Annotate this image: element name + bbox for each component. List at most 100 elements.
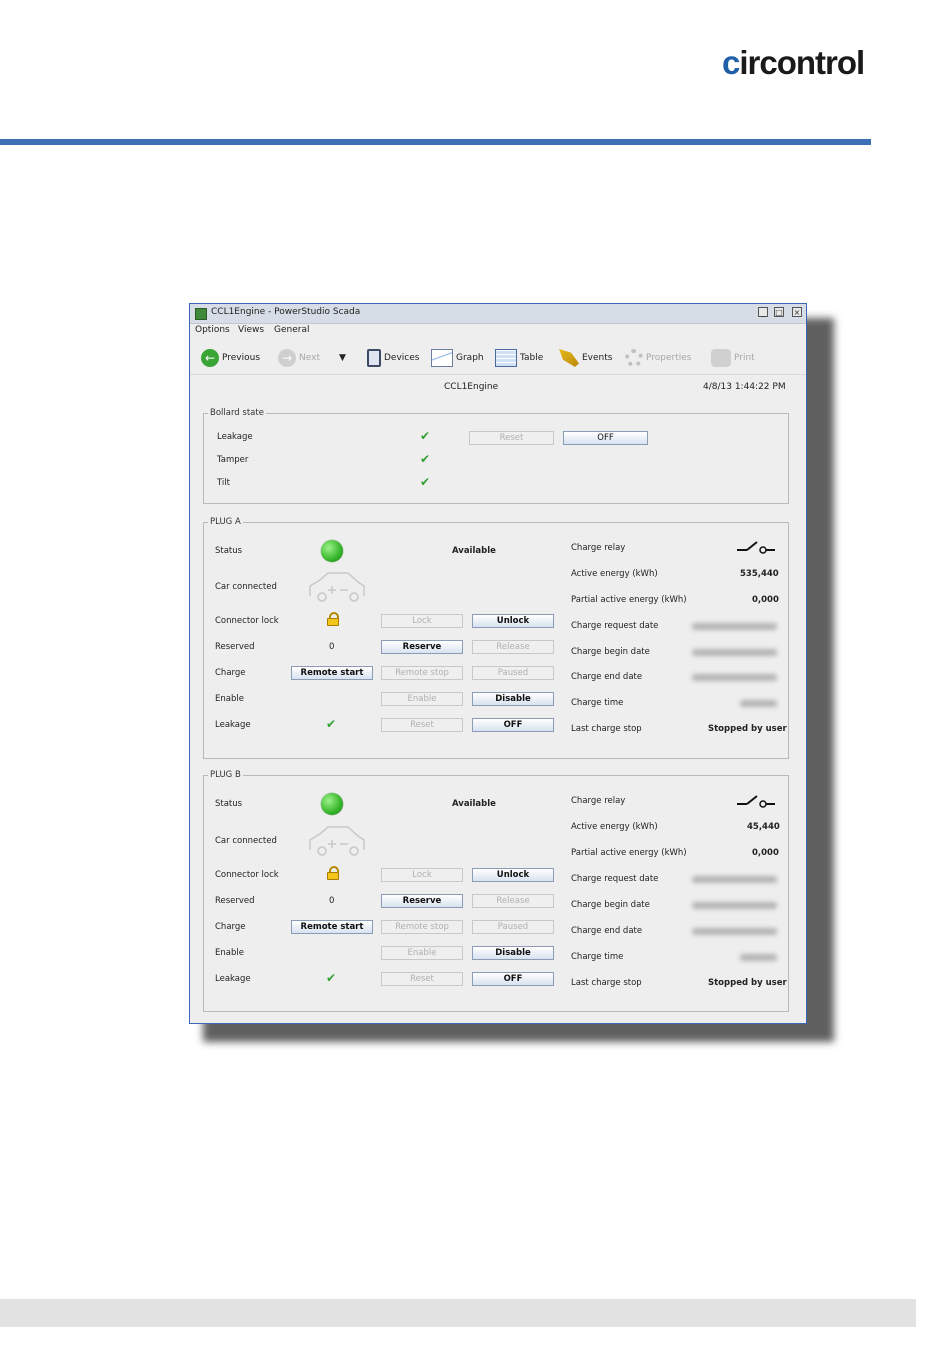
properties-button[interactable]: Properties [625,348,691,368]
plug-b-status-value: Available [452,799,496,809]
car-plug-icon [309,572,365,602]
menu-options[interactable]: Options [195,325,230,335]
plug-b-paused-button[interactable]: Paused [472,920,554,934]
plug-a-enable-button[interactable]: Enable [381,692,463,706]
toolbar: ← Previous → Next ▼ Devices Graph Table … [190,340,806,375]
plug-a-charge-time-label: Charge time [571,698,624,708]
plug-b-partial-energy-value: 0,000 [752,848,779,858]
plug-a-legend: PLUG A [210,517,241,527]
plug-a-car-connected-label: Car connected [215,582,277,592]
plug-b-begin-date-label: Charge begin date [571,900,650,910]
redacted-value [692,902,777,909]
plug-a-reserve-button[interactable]: Reserve [381,640,463,654]
plug-b-enable-label: Enable [215,948,244,958]
plug-b-release-button[interactable]: Release [472,894,554,908]
page-footer-band [0,1299,916,1327]
menu-general[interactable]: General [274,325,309,335]
check-icon: ✔ [326,717,337,731]
plug-b-car-connected-label: Car connected [215,836,277,846]
table-button[interactable]: Table [495,348,543,368]
forward-arrow-icon: → [278,349,296,367]
plug-a-off-button[interactable]: OFF [472,718,554,732]
redacted-value [692,623,777,630]
menu-views[interactable]: Views [238,325,264,335]
next-button[interactable]: → Next [278,348,320,368]
previous-button[interactable]: ← Previous [201,348,260,368]
print-button[interactable]: Print [711,348,755,368]
plug-a-connector-lock-label: Connector lock [215,616,279,626]
padlock-icon [327,612,339,626]
gear-icon [625,349,643,367]
title-bar: CCL1Engine - PowerStudio Scada _ □ × [190,304,806,324]
print-label: Print [734,353,755,363]
devices-label: Devices [384,353,420,363]
table-label: Table [520,353,544,363]
plug-a-lock-button[interactable]: Lock [381,614,463,628]
properties-label: Properties [646,353,692,363]
graph-label: Graph [456,353,484,363]
plug-b-charge-relay-label: Charge relay [571,796,626,806]
app-icon [195,308,207,320]
plug-b-remote-start-button[interactable]: Remote start [291,920,373,934]
plug-b-off-button[interactable]: OFF [472,972,554,986]
bollard-off-button[interactable]: OFF [563,431,648,445]
plug-b-remote-stop-button[interactable]: Remote stop [381,920,463,934]
redacted-value [740,954,777,961]
window-title: CCL1Engine - PowerStudio Scada [211,307,361,317]
header-rule [0,139,871,145]
plug-a-partial-energy-value: 0,000 [752,595,779,605]
plug-a-charge-relay-label: Charge relay [571,543,626,553]
plug-b-unlock-button[interactable]: Unlock [472,868,554,882]
plug-a-request-date-label: Charge request date [571,621,659,631]
plug-a-partial-energy-label: Partial active energy (kWh) [571,595,687,605]
bollard-leakage-label: Leakage [217,432,253,442]
plug-b-reset-button[interactable]: Reset [381,972,463,986]
redacted-value [692,928,777,935]
plug-a-release-button[interactable]: Release [472,640,554,654]
circontrol-logo: circontrol [722,44,865,81]
redacted-value [692,876,777,883]
plug-a-disable-button[interactable]: Disable [472,692,554,706]
maximize-icon[interactable]: □ [774,307,784,317]
plug-a-enable-label: Enable [215,694,244,704]
plug-a-unlock-button[interactable]: Unlock [472,614,554,628]
check-icon: ✔ [420,429,431,443]
next-label: Next [299,353,320,363]
plug-b-reserve-button[interactable]: Reserve [381,894,463,908]
back-arrow-icon: ← [201,349,219,367]
plug-b-enable-button[interactable]: Enable [381,946,463,960]
plug-b-leakage-label: Leakage [215,974,251,984]
device-name: CCL1Engine [444,382,499,392]
plug-a-paused-button[interactable]: Paused [472,666,554,680]
plug-a-reserved-value: 0 [329,642,335,652]
plug-a-last-stop-value: Stopped by user [708,724,787,734]
table-icon [495,349,517,367]
redacted-value [740,700,777,707]
plug-b-active-energy-label: Active energy (kWh) [571,822,658,832]
graph-button[interactable]: Graph [431,348,484,368]
plug-a-status-label: Status [215,546,243,556]
plug-a-reset-button[interactable]: Reset [381,718,463,732]
app-window: CCL1Engine - PowerStudio Scada _ □ × Opt… [189,303,807,1024]
graph-icon [431,349,453,367]
plug-a-charge-label: Charge [215,668,246,678]
events-button[interactable]: Events [559,348,612,368]
plug-b-charge-label: Charge [215,922,246,932]
previous-label: Previous [222,353,261,363]
plug-a-remote-stop-button[interactable]: Remote stop [381,666,463,680]
events-label: Events [582,353,613,363]
bollard-reset-button[interactable]: Reset [469,431,554,445]
plug-b-disable-button[interactable]: Disable [472,946,554,960]
redacted-value [692,649,777,656]
dropdown-arrow-icon[interactable]: ▼ [339,348,346,368]
plug-a-active-energy-value: 535,440 [740,569,779,579]
plug-a-remote-start-button[interactable]: Remote start [291,666,373,680]
minimize-icon[interactable]: _ [758,307,768,317]
devices-button[interactable]: Devices [367,348,419,368]
close-icon[interactable]: × [792,307,802,317]
plug-b-end-date-label: Charge end date [571,926,643,936]
printer-icon [711,349,731,367]
plug-b-legend: PLUG B [210,770,241,780]
plug-b-lock-button[interactable]: Lock [381,868,463,882]
plug-b-status-label: Status [215,799,243,809]
